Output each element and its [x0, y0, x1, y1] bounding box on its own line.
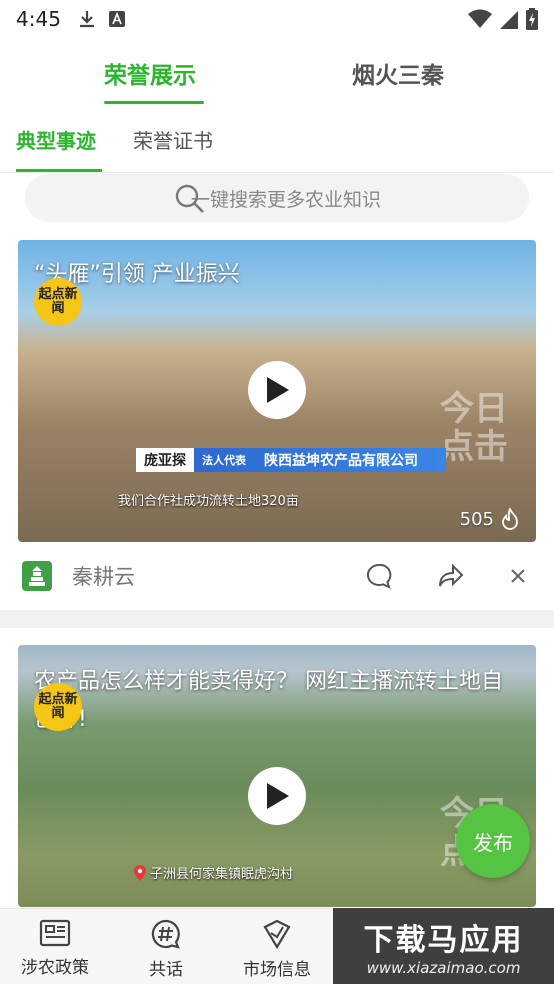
hashtag-icon — [151, 919, 180, 949]
caption-bar: 庞亚探 法人代表 陕西益坤农产品有限公司 — [136, 448, 446, 472]
top-tabs: 荣誉展示 烟火三秦 — [0, 44, 554, 106]
top-tab-indicator — [104, 101, 204, 104]
brand-watermark: 下载马应用 www.xiazaimao.com — [333, 908, 554, 984]
sub-tab-indicator — [16, 169, 102, 172]
feed-divider — [0, 610, 554, 628]
search-placeholder: 一键搜索更多农业知识 — [191, 188, 382, 211]
nav-item-market[interactable]: 市场信息 — [222, 909, 332, 984]
search-icon — [175, 184, 204, 213]
play-button[interactable] — [248, 767, 306, 825]
video-location: 子洲县何家集镇眠虎沟村 — [134, 863, 293, 882]
location-text: 子洲县何家集镇眠虎沟村 — [150, 867, 294, 882]
location-pin-icon — [134, 864, 146, 881]
author-avatar[interactable] — [22, 561, 52, 591]
nav-label: 涉农政策 — [21, 958, 89, 978]
subtab-typical-deeds[interactable]: 典型事迹 — [16, 125, 96, 154]
brand-main-text: 下载马应用 — [363, 923, 524, 958]
news-logo-badge: 起点新闻 — [34, 278, 82, 326]
play-icon — [267, 783, 289, 809]
pagoda-icon — [29, 566, 45, 586]
caption-name: 庞亚探 — [136, 448, 194, 472]
author-row: 秦耕云 — [0, 550, 554, 602]
video-card[interactable]: “头雁”引领 产业振兴 起点新闻 今日点击 庞亚探 法人代表 陕西益坤农产品有限… — [18, 240, 536, 542]
subtab-honor-certificates[interactable]: 荣誉证书 — [133, 125, 213, 154]
sub-tabs: 典型事迹 荣誉证书 — [0, 115, 554, 173]
comment-icon[interactable] — [366, 563, 392, 589]
like-count-value: 505 — [459, 508, 494, 530]
caption-company: 陕西益坤农产品有限公司 — [264, 453, 418, 469]
policy-icon — [39, 919, 71, 947]
video-title: 农产品怎么样才能卖得好？ 网红主播流转土地自己种! — [34, 669, 503, 732]
flame-icon — [502, 508, 518, 530]
close-icon[interactable] — [510, 568, 526, 584]
video-card[interactable]: 农产品怎么样才能卖得好？ 网红主播流转土地自己种! 起点新闻 今日点击 子洲县何… — [18, 645, 536, 907]
signal-icon — [500, 11, 518, 29]
market-icon — [263, 919, 291, 949]
watermark: 今日点击 — [440, 389, 508, 467]
nav-item-policy[interactable]: 涉农政策 — [0, 909, 110, 984]
nav-item-discussion[interactable]: 共话 — [111, 909, 221, 984]
news-logo-badge: 起点新闻 — [34, 683, 82, 731]
video-title: “头雁”引领 产业振兴 — [34, 262, 240, 287]
nav-label: 市场信息 — [243, 960, 311, 980]
like-count: 505 — [460, 508, 520, 530]
status-bar: 4:45 — [0, 0, 554, 38]
publish-button[interactable]: 发布 — [456, 804, 530, 878]
wifi-icon — [468, 9, 492, 28]
status-time: 4:45 — [16, 7, 61, 31]
search-input[interactable]: 一键搜索更多农业知识 — [25, 174, 529, 222]
nav-label: 共话 — [149, 960, 183, 980]
play-icon — [267, 377, 289, 403]
tab-honor-display[interactable]: 荣誉展示 — [104, 56, 196, 90]
download-icon — [79, 11, 94, 28]
caption-role: 法人代表 — [202, 454, 246, 467]
video-subtitle: 我们合作社成功流转土地320亩 — [118, 494, 299, 509]
play-button[interactable] — [248, 361, 306, 419]
author-name[interactable]: 秦耕云 — [72, 561, 135, 591]
tab-fireworks-sanqin[interactable]: 烟火三秦 — [352, 56, 444, 90]
app-a-icon — [108, 11, 125, 27]
battery-icon — [526, 8, 538, 30]
share-icon[interactable] — [438, 564, 464, 588]
brand-url: www.xiazaimao.com — [366, 959, 521, 977]
